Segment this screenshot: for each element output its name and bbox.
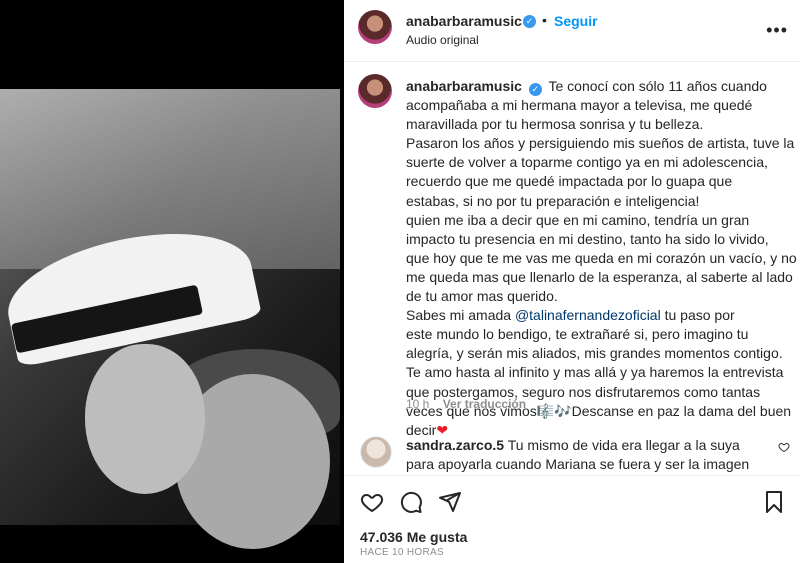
comment-icon[interactable] bbox=[399, 490, 423, 514]
caption-area: anabarbaramusic ✓ Te conocí con sólo 11 … bbox=[344, 62, 800, 472]
post-timestamp[interactable]: HACE 10 HORAS bbox=[360, 547, 444, 558]
caption-line: Pasaron los años y persiguiendo mis sueñ… bbox=[406, 135, 795, 152]
post-sidebar: anabarbaramusic ✓ • Seguir Audio origina… bbox=[344, 0, 800, 563]
caption-line: me queda mas que llenarlo de la esperanz… bbox=[406, 268, 793, 285]
save-bookmark-icon[interactable] bbox=[762, 490, 786, 514]
caption-meta: 10 h Ver traducción bbox=[406, 397, 526, 411]
share-icon[interactable] bbox=[438, 490, 462, 514]
caption-mention-prefix: Sabes mi amada bbox=[406, 307, 515, 324]
author-username[interactable]: anabarbaramusic bbox=[406, 13, 522, 29]
post-photo[interactable] bbox=[0, 89, 340, 549]
post-media[interactable] bbox=[0, 0, 344, 563]
post-actions: 47.036 Me gusta HACE 10 HORAS bbox=[344, 475, 800, 563]
author-avatar[interactable] bbox=[358, 10, 392, 44]
caption-line: estabas, si no por tu preparación e inte… bbox=[406, 192, 700, 209]
caption-line: Te conocí con sólo 11 años cuando bbox=[548, 78, 767, 94]
caption-verified-icon: ✓ bbox=[528, 83, 542, 96]
like-heart-icon[interactable] bbox=[360, 490, 384, 514]
caption-mention-suffix: tu paso por bbox=[660, 307, 735, 324]
caption-username[interactable]: anabarbaramusic bbox=[406, 78, 522, 94]
caption-line: este mundo lo bendigo, te extrañaré si, … bbox=[406, 326, 749, 343]
separator-dot: • bbox=[542, 12, 547, 28]
more-options-icon[interactable]: ••• bbox=[766, 20, 788, 41]
caption-line: Te amo hasta al infinito y mas allá y ya… bbox=[406, 364, 784, 381]
post-header: anabarbaramusic ✓ • Seguir Audio origina… bbox=[344, 0, 800, 62]
caption-age: 10 h bbox=[406, 397, 430, 411]
comment-avatar[interactable] bbox=[360, 436, 392, 468]
caption-line: suerte de volver a toparme contigo ya en… bbox=[406, 154, 768, 171]
comment-item: sandra.zarco.5 Tu mismo de vida era lleg… bbox=[344, 433, 800, 491]
caption-line: recuerdo que me quedé impactada por lo g… bbox=[406, 173, 733, 190]
caption-line: maravillada por tu hermosa sonrisa y tu … bbox=[406, 116, 704, 133]
comment-username[interactable]: sandra.zarco.5 bbox=[406, 437, 504, 453]
caption-line: quien me iba a decir que en mi camino, t… bbox=[406, 211, 750, 228]
see-translation-button[interactable]: Ver traducción bbox=[443, 397, 526, 411]
caption-line: impacto tu presencia en mi destino, tant… bbox=[406, 230, 769, 247]
comment-like-icon[interactable] bbox=[778, 441, 790, 453]
caption-line: acompañaba a mi hermana mayor a televisa… bbox=[406, 97, 753, 114]
audio-label[interactable]: Audio original bbox=[406, 33, 479, 47]
caption-text: anabarbaramusic ✓ Te conocí con sólo 11 … bbox=[406, 77, 797, 440]
caption-avatar[interactable] bbox=[358, 74, 392, 108]
like-count[interactable]: 47.036 Me gusta bbox=[360, 529, 467, 545]
mention-link[interactable]: @talinafernandezoficial bbox=[515, 307, 661, 323]
post-modal: anabarbaramusic ✓ • Seguir Audio origina… bbox=[0, 0, 800, 563]
caption-line: de tu amor mas querido. bbox=[406, 288, 558, 305]
follow-button[interactable]: Seguir bbox=[554, 13, 598, 29]
verified-badge-icon: ✓ bbox=[523, 15, 536, 28]
photo-face-left bbox=[85, 344, 205, 494]
caption-line: alegría, y serán mis aliados, mis grande… bbox=[406, 345, 783, 362]
caption-line: que hoy que te me vas me queda en mi cor… bbox=[406, 249, 797, 266]
